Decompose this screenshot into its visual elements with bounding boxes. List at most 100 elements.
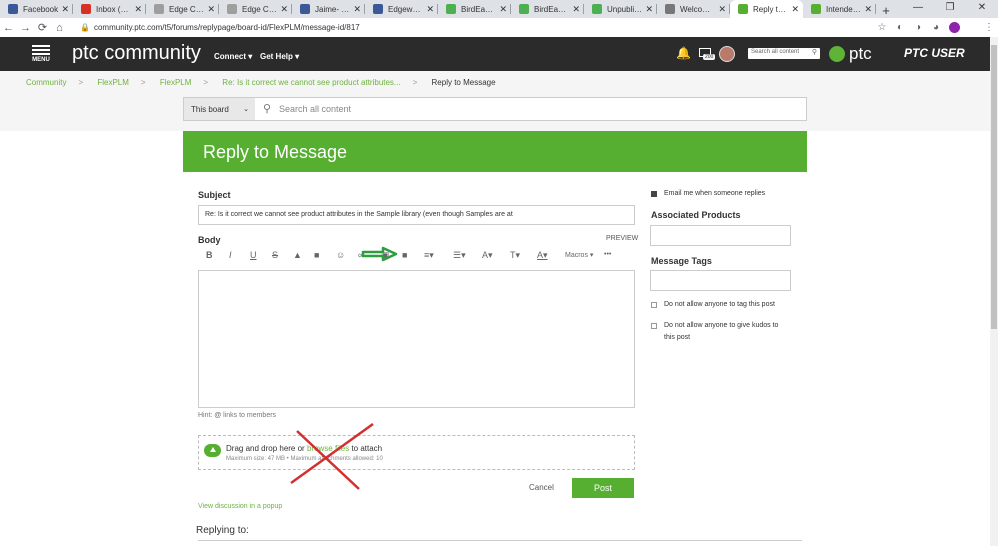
scrollbar-thumb[interactable]	[991, 45, 997, 329]
browser-tab[interactable]: Inbox (1,098)✕	[73, 0, 146, 18]
tab-favicon-icon	[154, 4, 164, 14]
breadcrumb-thread[interactable]: Re: Is it correct we cannot see product …	[222, 78, 400, 87]
tab-close-icon[interactable]: ✕	[426, 4, 434, 15]
reload-icon[interactable]: ⟳	[34, 21, 51, 34]
macros-menu[interactable]: Macros ▾	[565, 251, 593, 259]
search-input[interactable]: Search all content	[279, 104, 351, 114]
link-icon[interactable]: ∞	[358, 250, 364, 260]
browser-tab[interactable]: Welcome | 20✕	[657, 0, 730, 18]
ptc-community-logo[interactable]: ptc community	[72, 42, 201, 65]
bulleted-list-icon[interactable]: ☰▾	[453, 250, 466, 261]
no-tag-label: Do not allow anyone to tag this post	[664, 301, 775, 308]
tab-close-icon[interactable]: ✕	[645, 4, 653, 15]
url-field[interactable]: 🔒 community.ptc.com/t5/forums/replypage/b…	[80, 23, 360, 32]
browser-tab[interactable]: Edge Camps✕	[146, 0, 219, 18]
strikethrough-icon[interactable]: S	[272, 250, 278, 260]
message-tags-input[interactable]	[650, 270, 791, 291]
hint-prefix: Hint:	[198, 412, 213, 419]
minimize-icon[interactable]: —	[902, 0, 934, 18]
nav-connect[interactable]: Connect ▾	[214, 52, 252, 61]
breadcrumb-community[interactable]: Community	[26, 78, 66, 87]
associated-products-input[interactable]	[650, 225, 791, 246]
breadcrumb-flexplm-board[interactable]: FlexPLM	[160, 78, 192, 87]
tab-title: BirdEase | Exa	[534, 4, 569, 14]
cancel-button[interactable]: Cancel	[529, 483, 554, 492]
italic-icon[interactable]: I	[229, 250, 232, 260]
text-color-icon[interactable]: ▲	[293, 250, 302, 260]
extension-icon[interactable]: ◐	[891, 22, 909, 33]
text-style-icon[interactable]: T▾	[510, 250, 520, 261]
tab-favicon-icon	[81, 4, 91, 14]
image-icon[interactable]: ▣	[381, 250, 390, 261]
video-icon[interactable]: ■	[314, 250, 319, 260]
no-tag-checkbox[interactable]	[651, 302, 657, 308]
browser-tab[interactable]: BirdEase | Exa✕	[511, 0, 584, 18]
browser-tab[interactable]: Unpublished✕	[584, 0, 657, 18]
browser-tab[interactable]: Edge Camps✕	[219, 0, 292, 18]
header-search-input[interactable]: Search all content ⚲	[748, 48, 820, 59]
attachment-dropzone[interactable]: Drag and drop here or browse files to at…	[198, 435, 635, 470]
font-size-icon[interactable]: A▾	[482, 250, 493, 261]
profile-avatar[interactable]	[949, 22, 960, 33]
ptc-user-logo[interactable]: PTC USER	[904, 46, 965, 60]
email-replies-checkbox[interactable]	[651, 191, 657, 197]
tab-close-icon[interactable]: ✕	[61, 4, 69, 15]
no-kudos-checkbox[interactable]	[651, 323, 657, 329]
forward-icon[interactable]: →	[17, 22, 34, 34]
browser-menu-icon[interactable]: ⋮	[980, 22, 998, 33]
extension-icon[interactable]: ◑	[909, 22, 927, 33]
search-scope-select[interactable]: This board ⌄	[184, 98, 255, 120]
ptc-logo[interactable]: ptc	[829, 44, 872, 64]
email-replies-label: Email me when someone replies	[664, 190, 766, 197]
message-tags-label: Message Tags	[651, 256, 712, 266]
tab-close-icon[interactable]: ✕	[353, 4, 361, 15]
search-icon[interactable]: ⚲	[812, 48, 817, 56]
tab-title: Jaime- Glenn	[315, 4, 350, 14]
body-editor[interactable]	[198, 270, 635, 408]
tab-close-icon[interactable]: ✕	[791, 4, 799, 15]
page-scrollbar[interactable]	[990, 37, 998, 546]
home-icon[interactable]: ⌂	[51, 22, 68, 34]
extension-icon[interactable]: ◕	[927, 22, 945, 33]
browser-tab[interactable]: Reply to Mes✕	[730, 0, 803, 18]
numbered-list-icon[interactable]: ≡▾	[424, 250, 434, 261]
browser-tab[interactable]: BirdEase | sea✕	[438, 0, 511, 18]
browser-tab[interactable]: Edgewood-Ev✕	[365, 0, 438, 18]
tab-close-icon[interactable]: ✕	[864, 4, 872, 15]
subject-label: Subject	[198, 190, 231, 200]
view-discussion-link[interactable]: View discussion in a popup	[198, 503, 282, 510]
browse-files-link[interactable]: browse files	[307, 444, 349, 453]
post-button[interactable]: Post	[572, 478, 634, 498]
notification-bell-icon[interactable]: 🔔	[676, 46, 691, 60]
more-options-icon[interactable]: •••	[604, 251, 611, 258]
browser-tab[interactable]: Intended Purp✕	[803, 0, 876, 18]
breadcrumb-flexplm[interactable]: FlexPLM	[97, 78, 129, 87]
tab-close-icon[interactable]: ✕	[280, 4, 288, 15]
bookmark-star-icon[interactable]: ☆	[873, 22, 891, 33]
underline-icon[interactable]: U	[250, 250, 257, 260]
new-tab-button[interactable]: +	[876, 3, 896, 18]
divider	[198, 540, 802, 541]
emoji-icon[interactable]: ☺	[336, 250, 345, 260]
bold-icon[interactable]: B	[206, 250, 213, 260]
tab-title: Unpublished	[607, 4, 643, 14]
tab-title: Welcome | 20	[680, 4, 715, 14]
font-color-icon[interactable]: A▾	[537, 250, 548, 261]
tab-close-icon[interactable]: ✕	[207, 4, 215, 15]
browser-tab[interactable]: Facebook ✕	[0, 0, 73, 18]
tab-close-icon[interactable]: ✕	[718, 4, 726, 15]
user-avatar[interactable]	[719, 46, 735, 62]
tab-close-icon[interactable]: ✕	[134, 4, 142, 15]
back-icon[interactable]: ←	[0, 22, 17, 34]
maximize-icon[interactable]: ❐	[934, 0, 966, 18]
preview-link[interactable]: PREVIEW	[606, 235, 638, 242]
browser-tab[interactable]: Jaime- Glenn✕	[292, 0, 365, 18]
subject-input[interactable]: Re: Is it correct we cannot see product …	[198, 205, 635, 225]
close-window-icon[interactable]: ✕	[966, 0, 998, 18]
nav-get-help[interactable]: Get Help ▾	[260, 52, 299, 61]
menu-label: MENU	[32, 57, 50, 63]
menu-button[interactable]: MENU	[30, 43, 52, 63]
tab-close-icon[interactable]: ✕	[499, 4, 507, 15]
tab-close-icon[interactable]: ✕	[572, 4, 580, 15]
insert-video-icon[interactable]: ■	[402, 250, 407, 260]
